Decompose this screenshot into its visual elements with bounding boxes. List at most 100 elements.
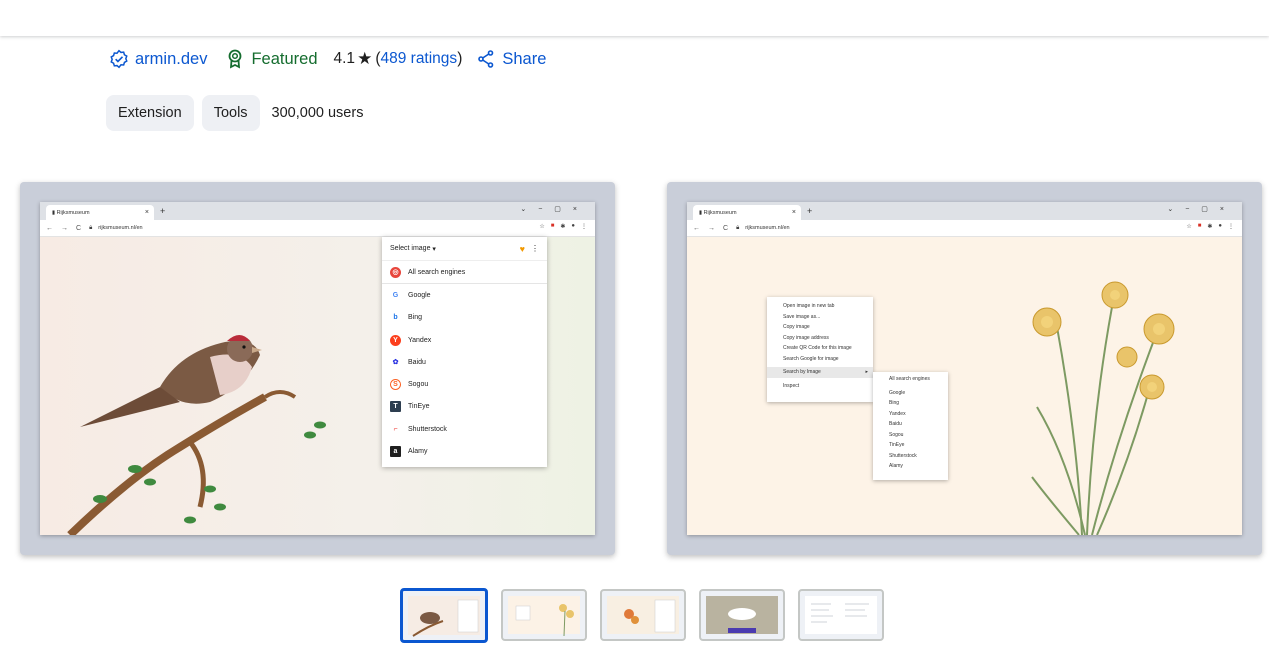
window-controls: ⌄−▢×: [1167, 206, 1236, 213]
submenu-item[interactable]: Shutterstock: [873, 451, 948, 462]
popup-item-google[interactable]: G Google: [382, 284, 547, 306]
thumbnail-2[interactable]: [501, 589, 587, 641]
dropdown-arrow-icon: ▾: [430, 245, 436, 253]
star-icon: ★: [357, 49, 373, 68]
tab-bar: ▮ Rijksmuseum × + ⌄−▢×: [40, 202, 595, 220]
submenu-item[interactable]: TinEye: [873, 440, 948, 451]
featured-label: Featured: [251, 49, 318, 68]
close-tab-icon: ×: [791, 209, 796, 216]
extension-icon: ■: [550, 223, 555, 229]
star-outline-icon: ☆: [539, 224, 545, 230]
share-label[interactable]: Share: [502, 50, 546, 69]
submenu-item[interactable]: Bing: [873, 398, 948, 409]
thumbnail-3[interactable]: [600, 589, 686, 641]
ctx-item-search-by-image[interactable]: Search by Image ▸: [767, 367, 873, 378]
url-text: rijksmuseum.nl/en: [98, 225, 143, 231]
publisher-link[interactable]: armin.dev: [109, 49, 207, 69]
nav-icons: ←→C: [693, 224, 737, 232]
ratings-link[interactable]: 489 ratings: [380, 50, 457, 68]
puzzle-icon: ✱: [1207, 224, 1213, 230]
ctx-item[interactable]: Save image as...: [767, 312, 873, 323]
new-tab-icon: +: [160, 206, 166, 216]
popup-item-label: All search engines: [408, 268, 466, 276]
screenshot-1[interactable]: ▮ Rijksmuseum × + ⌄−▢× ←→C 🔒︎ rijksmuseu…: [20, 182, 615, 555]
extension-icon: ■: [1197, 223, 1202, 229]
ctx-item[interactable]: Inspect: [767, 381, 873, 392]
alamy-icon: a: [390, 446, 401, 458]
ctx-item[interactable]: Search Google for image: [767, 354, 873, 365]
popup-item-label: Sogou: [408, 381, 429, 389]
category-chips: Extension Tools 300,000 users: [106, 95, 363, 131]
puzzle-icon: ✱: [560, 224, 566, 230]
submenu-item[interactable]: All search engines: [873, 374, 948, 385]
popup-header: Select image ▾ ♥ ⋮: [382, 237, 547, 261]
popup-item-label: Yandex: [408, 336, 432, 344]
thumbnail-4[interactable]: [699, 589, 785, 641]
user-count: 300,000 users: [271, 105, 364, 121]
profile-icon: ●: [571, 223, 575, 229]
browser-tab: ▮ Rijksmuseum ×: [693, 205, 801, 220]
rating: 4.1 ★ (489 ratings): [334, 49, 463, 69]
submenu-item[interactable]: Yandex: [873, 409, 948, 420]
popup-item-shutterstock[interactable]: ⌐ Shutterstock: [382, 418, 547, 440]
popup-item-label: Bing: [408, 314, 423, 322]
rating-value: 4.1: [333, 50, 356, 67]
screenshot-2[interactable]: ▮ Rijksmuseum × + ⌄−▢× ←→C 🔒︎ rijksmuseu…: [667, 182, 1262, 555]
toolbar-icons: ☆ ■ ✱ ● ⋮: [1186, 223, 1234, 230]
kebab-menu-icon[interactable]: ⋮: [531, 244, 539, 253]
submenu-item[interactable]: Sogou: [873, 430, 948, 441]
ratings-paren-close: ): [457, 50, 463, 67]
popup-item-yandex[interactable]: Y Yandex: [382, 329, 547, 351]
thumbnail-settings-image: [811, 603, 869, 623]
sogou-icon: S: [390, 379, 401, 391]
heart-icon[interactable]: ♥: [520, 244, 525, 254]
award-icon: [229, 49, 242, 69]
ctx-item[interactable]: Copy image: [767, 322, 873, 333]
publisher-name[interactable]: armin.dev: [135, 50, 207, 69]
ctx-item[interactable]: Open image in new tab: [767, 301, 873, 312]
thumbnail-1[interactable]: [400, 588, 488, 643]
popup-item-bing[interactable]: b Bing: [382, 307, 547, 329]
popup-item-label: Shutterstock: [408, 425, 447, 433]
nav-icons: ←→C: [46, 224, 90, 232]
popup-item-label: TinEye: [408, 403, 430, 411]
menu-icon: ⋮: [1228, 224, 1234, 230]
tab-title: Rijksmuseum: [56, 209, 90, 216]
baidu-icon: ✿: [390, 356, 401, 368]
chip-extension[interactable]: Extension: [106, 95, 194, 131]
address-bar: ←→C 🔒︎ rijksmuseum.nl/en ☆ ■ ✱ ● ⋮: [40, 220, 595, 237]
tab-title: Rijksmuseum: [703, 209, 737, 216]
lock-icon: 🔒︎: [736, 224, 740, 231]
popup-item-label: Alamy: [408, 448, 428, 456]
toolbar-icons: ☆ ■ ✱ ● ⋮: [539, 223, 587, 230]
popup-item-sogou[interactable]: S Sogou: [382, 373, 547, 395]
bing-icon: b: [390, 312, 401, 324]
popup-item-tineye[interactable]: T TinEye: [382, 396, 547, 418]
submenu-item[interactable]: Alamy: [873, 461, 948, 472]
select-image-dropdown[interactable]: Select image: [390, 245, 430, 252]
submenu-item[interactable]: Google: [873, 388, 948, 399]
star-outline-icon: ☆: [1186, 224, 1192, 230]
window-controls: ⌄−▢×: [520, 206, 589, 213]
ctx-item[interactable]: Create QR Code for this image: [767, 343, 873, 354]
context-menu: Open image in new tab Save image as... C…: [767, 297, 873, 402]
shutterstock-icon: ⌐: [390, 423, 401, 435]
popup-item-baidu[interactable]: ✿ Baidu: [382, 351, 547, 373]
popup-item-alamy[interactable]: a Alamy: [382, 440, 547, 462]
popup-item-all-engines[interactable]: ◎ All search engines: [382, 261, 547, 283]
verified-badge-icon: [110, 49, 128, 69]
submenu: All search engines Google Bing Yandex Ba…: [873, 372, 948, 480]
extension-popup: Select image ▾ ♥ ⋮ ◎ All search engines …: [382, 237, 547, 467]
share-button[interactable]: Share: [478, 50, 546, 69]
globe-icon: ◎: [390, 266, 401, 278]
ctx-item-label: Search by Image: [783, 369, 821, 376]
browser-tab: ▮ Rijksmuseum ×: [46, 205, 154, 220]
thumbnail-5[interactable]: [798, 589, 884, 641]
submenu-item[interactable]: Baidu: [873, 419, 948, 430]
thumbnail-flower-image: [624, 599, 676, 633]
chip-tools[interactable]: Tools: [201, 95, 260, 131]
top-bar: [0, 0, 1269, 36]
popup-item-label: Google: [408, 291, 431, 299]
yandex-icon: Y: [390, 334, 401, 346]
ctx-item[interactable]: Copy image address: [767, 333, 873, 344]
